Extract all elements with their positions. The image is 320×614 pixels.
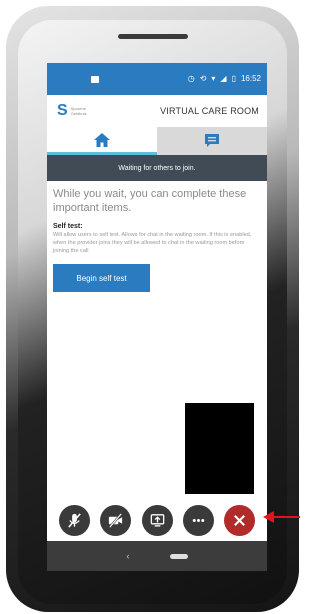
tab-chat[interactable] (157, 127, 267, 155)
sync-icon: ⟲ (199, 74, 207, 83)
microphone-off-icon (68, 512, 81, 528)
intro-text: While you wait, you can complete these i… (53, 188, 247, 214)
close-icon (234, 514, 245, 526)
status-time: 16:52 (240, 74, 261, 83)
android-nav-bar: ‹ (47, 541, 267, 571)
status-icons: ◷ ⟲ ▾ ◢ ▯ 16:52 (188, 75, 261, 83)
more-button[interactable] (182, 504, 214, 536)
battery-icon: ▯ (231, 74, 236, 83)
mute-mic-button[interactable] (59, 504, 90, 536)
tab-home[interactable] (47, 127, 157, 155)
hang-up-button[interactable] (224, 504, 255, 536)
annotation-arrow-icon (263, 511, 300, 523)
begin-self-test-button[interactable]: Begin self test (53, 264, 150, 292)
share-screen-button[interactable] (141, 504, 173, 536)
camera-off-icon (109, 512, 123, 528)
status-bar: ◷ ⟲ ▾ ◢ ▯ 16:52 (47, 63, 267, 95)
logo: S Spoorne Gesthuis (57, 103, 86, 119)
more-icon (192, 518, 205, 522)
logo-mark: S (57, 102, 68, 119)
share-screen-icon (150, 513, 164, 527)
call-controls (59, 503, 255, 537)
self-test-title: Self test: (53, 223, 83, 230)
alarm-icon: ◷ (187, 74, 195, 83)
signal-icon: ◢ (220, 74, 227, 83)
camera-off-button[interactable] (100, 504, 132, 536)
main-content: While you wait, you can complete these i… (53, 187, 261, 292)
chat-icon (205, 134, 219, 147)
phone-screen: ◷ ⟲ ▾ ◢ ▯ 16:52 S Spoorne Gesthuis VIRTU… (47, 63, 267, 571)
app-header: S Spoorne Gesthuis VIRTUAL CARE ROOM (47, 95, 267, 127)
notification-icon (91, 75, 99, 83)
page-title: VIRTUAL CARE ROOM (160, 106, 259, 116)
nav-back-button[interactable]: ‹ (127, 551, 130, 561)
waiting-banner: Waiting for others to join. (47, 155, 267, 181)
tab-bar (47, 127, 267, 155)
nav-home-button[interactable] (169, 553, 188, 559)
wifi-icon: ▾ (211, 74, 216, 83)
phone-speaker (118, 34, 188, 39)
home-icon (94, 132, 110, 147)
self-video-preview (185, 403, 254, 494)
self-test-description: Will allow users to self test. Allows fo… (53, 232, 252, 254)
logo-text: Spoorne Gesthuis (70, 106, 87, 116)
